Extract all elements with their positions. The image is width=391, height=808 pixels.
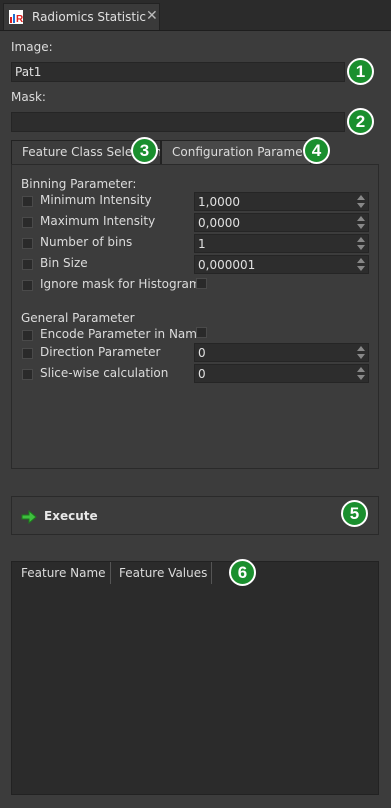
bin-size-value: 0,000001 bbox=[198, 258, 256, 272]
spin-down-icon[interactable] bbox=[357, 266, 365, 271]
spin-up-icon[interactable] bbox=[357, 346, 365, 351]
spin-down-icon[interactable] bbox=[357, 375, 365, 380]
number-of-bins-checkbox[interactable] bbox=[22, 238, 33, 249]
ignore-mask-checkbox-left[interactable] bbox=[22, 280, 33, 291]
encode-checkbox-left[interactable] bbox=[22, 330, 33, 341]
mask-selector[interactable] bbox=[11, 112, 345, 132]
annotation-badge-3: 3 bbox=[131, 137, 158, 164]
min-intensity-checkbox[interactable] bbox=[22, 196, 33, 207]
spin-up-icon[interactable] bbox=[357, 367, 365, 372]
min-intensity-spinbox[interactable]: 1,0000 bbox=[194, 192, 369, 211]
max-intensity-value: 0,0000 bbox=[198, 216, 240, 230]
arrow-right-icon bbox=[21, 510, 37, 524]
spin-down-icon[interactable] bbox=[357, 224, 365, 229]
max-intensity-spinbox[interactable]: 0,0000 bbox=[194, 213, 369, 232]
annotation-badge-6: 6 bbox=[229, 559, 256, 586]
tab-configuration-parameter[interactable]: Configuration Parameter bbox=[161, 140, 311, 165]
slice-wise-value: 0 bbox=[198, 367, 206, 381]
ignore-mask-label: Ignore mask for Histogram bbox=[40, 277, 201, 291]
slice-wise-spinbox[interactable]: 0 bbox=[194, 364, 369, 383]
spin-up-icon[interactable] bbox=[357, 195, 365, 200]
bin-size-checkbox[interactable] bbox=[22, 259, 33, 270]
results-table[interactable]: Feature Name Feature Values bbox=[11, 561, 379, 795]
binning-title: Binning Parameter: bbox=[21, 177, 137, 191]
image-label: Image: bbox=[11, 40, 53, 54]
spin-down-icon[interactable] bbox=[357, 245, 365, 250]
max-intensity-checkbox[interactable] bbox=[22, 217, 33, 228]
radiomics-logo-icon: R bbox=[9, 10, 23, 24]
direction-spinbox[interactable]: 0 bbox=[194, 343, 369, 362]
direction-checkbox[interactable] bbox=[22, 348, 33, 359]
spin-up-icon[interactable] bbox=[357, 258, 365, 263]
column-separator bbox=[110, 562, 111, 584]
min-intensity-label: Minimum Intensity bbox=[40, 193, 152, 207]
view-tab-bar: R Radiomics Statistic ✕ bbox=[0, 0, 391, 31]
general-title: General Parameter bbox=[21, 311, 135, 325]
bin-size-label: Bin Size bbox=[40, 256, 88, 270]
annotation-badge-1: 1 bbox=[347, 58, 374, 85]
encode-checkbox[interactable] bbox=[196, 327, 207, 338]
number-of-bins-value: 1 bbox=[198, 237, 206, 251]
execute-button[interactable]: Execute bbox=[11, 496, 379, 535]
spin-up-icon[interactable] bbox=[357, 237, 365, 242]
number-of-bins-spinbox[interactable]: 1 bbox=[194, 234, 369, 253]
spin-down-icon[interactable] bbox=[357, 354, 365, 359]
ignore-mask-checkbox[interactable] bbox=[196, 278, 207, 289]
column-header-feature-name[interactable]: Feature Name bbox=[21, 566, 106, 580]
close-icon[interactable]: ✕ bbox=[146, 8, 158, 24]
min-intensity-value: 1,0000 bbox=[198, 195, 240, 209]
direction-value: 0 bbox=[198, 346, 206, 360]
annotation-badge-2: 2 bbox=[347, 108, 374, 135]
spin-up-icon[interactable] bbox=[357, 216, 365, 221]
execute-label: Execute bbox=[44, 509, 98, 523]
spin-down-icon[interactable] bbox=[357, 203, 365, 208]
number-of-bins-label: Number of bins bbox=[40, 235, 133, 249]
direction-label: Direction Parameter bbox=[40, 345, 161, 359]
max-intensity-label: Maximum Intensity bbox=[40, 214, 156, 228]
svg-text:R: R bbox=[16, 14, 23, 24]
annotation-badge-5: 5 bbox=[341, 500, 368, 527]
view-tab-title: Radiomics Statistic bbox=[32, 10, 147, 24]
bin-size-spinbox[interactable]: 0,000001 bbox=[194, 255, 369, 274]
image-selector[interactable]: Pat1 bbox=[11, 62, 345, 82]
slice-wise-label: Slice-wise calculation bbox=[40, 366, 169, 380]
mask-label: Mask: bbox=[11, 90, 46, 104]
annotation-badge-4: 4 bbox=[303, 137, 330, 164]
column-separator bbox=[211, 562, 212, 584]
encode-label: Encode Parameter in Name bbox=[40, 327, 205, 341]
view-tab-radiomics[interactable]: R Radiomics Statistic ✕ bbox=[3, 3, 160, 30]
column-header-feature-values[interactable]: Feature Values bbox=[119, 566, 207, 580]
slice-wise-checkbox[interactable] bbox=[22, 369, 33, 380]
